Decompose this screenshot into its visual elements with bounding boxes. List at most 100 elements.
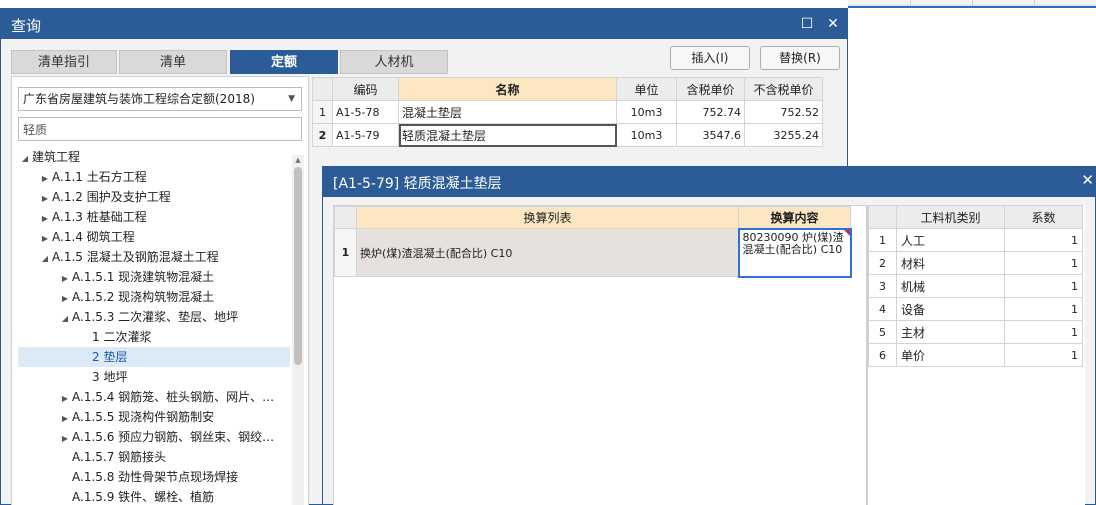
table-row[interactable]: 5 主材 1 bbox=[868, 320, 1083, 344]
col-price-tax[interactable]: 含税单价 bbox=[676, 77, 745, 101]
table-row[interactable]: 6 单价 1 bbox=[868, 343, 1083, 367]
table-row[interactable]: 1 人工 1 bbox=[868, 228, 1083, 252]
close-icon[interactable]: ✕ bbox=[823, 14, 843, 34]
cell-factor[interactable]: 1 bbox=[1004, 228, 1083, 252]
cell-category: 人工 bbox=[896, 228, 1005, 252]
cell-conversion-content[interactable]: 80230090 炉(煤)渣混凝土(配合比) C10 bbox=[737, 227, 852, 278]
quota-grid-header: 编码 名称 单位 含税单价 不含税单价 bbox=[312, 77, 823, 101]
cell-unit[interactable]: 10m3 bbox=[616, 123, 677, 147]
collapse-icon[interactable]: ◢ bbox=[38, 249, 52, 267]
cell-factor[interactable]: 1 bbox=[1004, 251, 1083, 275]
close-icon[interactable]: ✕ bbox=[1081, 171, 1094, 189]
row-number: 1 bbox=[334, 228, 357, 277]
tree-node[interactable]: ▶ A.1.5.2 现浇构筑物混凝土 bbox=[18, 287, 290, 307]
expand-icon[interactable]: ▶ bbox=[38, 169, 52, 187]
cell-price-notax[interactable]: 752.52 bbox=[744, 100, 823, 124]
expand-icon[interactable]: ▶ bbox=[38, 229, 52, 247]
comment-marker-icon bbox=[843, 229, 850, 236]
table-row[interactable]: 1 A1-5-78 混凝土垫层 10m3 752.74 752.52 bbox=[312, 100, 823, 124]
col-name[interactable]: 名称 bbox=[398, 77, 617, 101]
col-price-notax[interactable]: 不含税单价 bbox=[744, 77, 823, 101]
collapse-icon[interactable]: ◢ bbox=[18, 149, 32, 167]
expand-icon[interactable]: ▶ bbox=[58, 289, 72, 307]
cell-price-tax[interactable]: 752.74 bbox=[676, 100, 745, 124]
tree-node-selected[interactable]: 2 垫层 bbox=[18, 347, 290, 367]
col-unit[interactable]: 单位 bbox=[616, 77, 677, 101]
tree-node[interactable]: ▶ A.1.5.5 现浇构件钢筋制安 bbox=[18, 407, 290, 427]
tab-quota[interactable]: 定额 bbox=[230, 50, 338, 74]
query-title: 查询 bbox=[11, 17, 42, 35]
cell-unit[interactable]: 10m3 bbox=[616, 100, 677, 124]
col-category[interactable]: 工料机类别 bbox=[896, 205, 1005, 229]
query-title-bar[interactable]: 查询 ☐ ✕ bbox=[1, 9, 847, 39]
col-conversion-list[interactable]: 换算列表 bbox=[356, 206, 739, 229]
cell-factor[interactable]: 1 bbox=[1004, 343, 1083, 367]
conversion-list-panel: 换算列表 换算内容 1 换炉(煤)渣混凝土(配合比) C10 80230090 … bbox=[333, 205, 867, 505]
cell-factor[interactable]: 1 bbox=[1004, 320, 1083, 344]
quota-tree: ◢ 建筑工程 ▶ A.1.1 土石方工程 ▶ A.1.2 围护及支护工程 ▶ A.1.3… bbox=[18, 147, 290, 505]
expand-icon[interactable]: ▶ bbox=[58, 269, 72, 287]
tree-node[interactable]: ▶ A.1.5.6 预应力钢筋、钢丝束、钢绞… bbox=[18, 427, 290, 447]
tree-node[interactable]: A.1.5.8 劲性骨架节点现场焊接 bbox=[18, 467, 290, 487]
table-row[interactable]: 4 设备 1 bbox=[868, 297, 1083, 321]
cell-factor[interactable]: 1 bbox=[1004, 297, 1083, 321]
col-conversion-content[interactable]: 换算内容 bbox=[738, 206, 851, 229]
tab-bill[interactable]: 清单 bbox=[119, 50, 227, 74]
tree-node[interactable]: ◢ A.1.5.3 二次灌浆、垫层、地坪 bbox=[18, 307, 290, 327]
replace-button[interactable]: 替换(R) bbox=[760, 46, 840, 70]
cell-factor[interactable]: 1 bbox=[1004, 274, 1083, 298]
col-factor[interactable]: 系数 bbox=[1004, 205, 1083, 229]
conversion-grid: 换算列表 换算内容 1 换炉(煤)渣混凝土(配合比) C10 80230090 … bbox=[334, 206, 852, 278]
tree-scrollbar[interactable]: ▲ bbox=[292, 155, 304, 505]
cell-category: 主材 bbox=[896, 320, 1005, 344]
tree-node[interactable]: A.1.5.7 钢筋接头 bbox=[18, 447, 290, 467]
tree-node[interactable]: ▶ A.1.5.1 现浇建筑物混凝土 bbox=[18, 267, 290, 287]
expand-icon[interactable]: ▶ bbox=[58, 409, 72, 427]
cell-conversion-item[interactable]: 换炉(煤)渣混凝土(配合比) C10 bbox=[356, 228, 739, 277]
row-number: 1 bbox=[312, 100, 333, 124]
expand-icon[interactable]: ▶ bbox=[58, 429, 72, 447]
table-row[interactable]: 2 材料 1 bbox=[868, 251, 1083, 275]
table-row[interactable]: 3 机械 1 bbox=[868, 274, 1083, 298]
tree-node[interactable]: ◢ A.1.5 混凝土及钢筋混凝土工程 bbox=[18, 247, 290, 267]
cell-code[interactable]: A1-5-79 bbox=[332, 123, 399, 147]
tree-node[interactable]: ▶ A.1.2 围护及支护工程 bbox=[18, 187, 290, 207]
tab-labor-material-machine[interactable]: 人材机 bbox=[340, 50, 448, 74]
background-selection-line bbox=[848, 6, 1096, 8]
background-sheet bbox=[848, 0, 1096, 170]
tree-node[interactable]: 3 地坪 bbox=[18, 367, 290, 387]
quota-tree-panel: 广东省房屋建筑与装饰工程综合定额(2018) ▼ ◢建筑工程 ▶A.1.1 土石… bbox=[11, 76, 309, 505]
tree-node[interactable]: ▶ A.1.3 桩基础工程 bbox=[18, 207, 290, 227]
chevron-down-icon[interactable]: ▼ bbox=[288, 88, 295, 110]
tree-node[interactable]: 1 二次灌浆 bbox=[18, 327, 290, 347]
scrollbar-thumb[interactable] bbox=[294, 167, 302, 365]
collapse-icon[interactable]: ◢ bbox=[58, 309, 72, 327]
conversion-title: [A1-5-79] 轻质混凝土垫层 bbox=[333, 176, 502, 192]
cell-name[interactable]: 混凝土垫层 bbox=[398, 100, 617, 124]
expand-icon[interactable]: ▶ bbox=[38, 189, 52, 207]
quota-library-select[interactable]: 广东省房屋建筑与装饰工程综合定额(2018) ▼ bbox=[18, 87, 302, 111]
filter-input[interactable] bbox=[18, 117, 302, 141]
tree-node[interactable]: ◢ 建筑工程 bbox=[18, 147, 290, 167]
cell-price-tax[interactable]: 3547.6 bbox=[676, 123, 745, 147]
tree-node[interactable]: ▶ A.1.4 砌筑工程 bbox=[18, 227, 290, 247]
scroll-up-icon[interactable]: ▲ bbox=[292, 155, 304, 165]
insert-button[interactable]: 插入(I) bbox=[670, 46, 750, 70]
tree-node[interactable]: ▶ A.1.5.4 钢筋笼、桩头钢筋、网片、… bbox=[18, 387, 290, 407]
cell-price-notax[interactable]: 3255.24 bbox=[744, 123, 823, 147]
cell-code[interactable]: A1-5-78 bbox=[332, 100, 399, 124]
expand-icon[interactable]: ▶ bbox=[38, 209, 52, 227]
row-number: 2 bbox=[312, 123, 333, 147]
col-code[interactable]: 编码 bbox=[332, 77, 399, 101]
conversion-title-bar[interactable]: [A1-5-79] 轻质混凝土垫层 ✕ bbox=[323, 167, 1096, 197]
table-row-selected[interactable]: 2 A1-5-79 轻质混凝土垫层 10m3 3547.6 3255.24 bbox=[312, 123, 823, 147]
tab-bill-guide[interactable]: 清单指引 bbox=[11, 50, 117, 74]
restore-icon[interactable]: ☐ bbox=[797, 14, 817, 34]
cell-name-current[interactable]: 轻质混凝土垫层 bbox=[398, 123, 617, 147]
tree-node[interactable]: ▶ A.1.1 土石方工程 bbox=[18, 167, 290, 187]
cell-category: 材料 bbox=[896, 251, 1005, 275]
tree-node[interactable]: A.1.5.9 铁件、螺栓、植筋 bbox=[18, 487, 290, 505]
expand-icon[interactable]: ▶ bbox=[58, 389, 72, 407]
cell-category: 机械 bbox=[896, 274, 1005, 298]
table-row[interactable]: 1 换炉(煤)渣混凝土(配合比) C10 80230090 炉(煤)渣混凝土(配… bbox=[334, 227, 852, 278]
